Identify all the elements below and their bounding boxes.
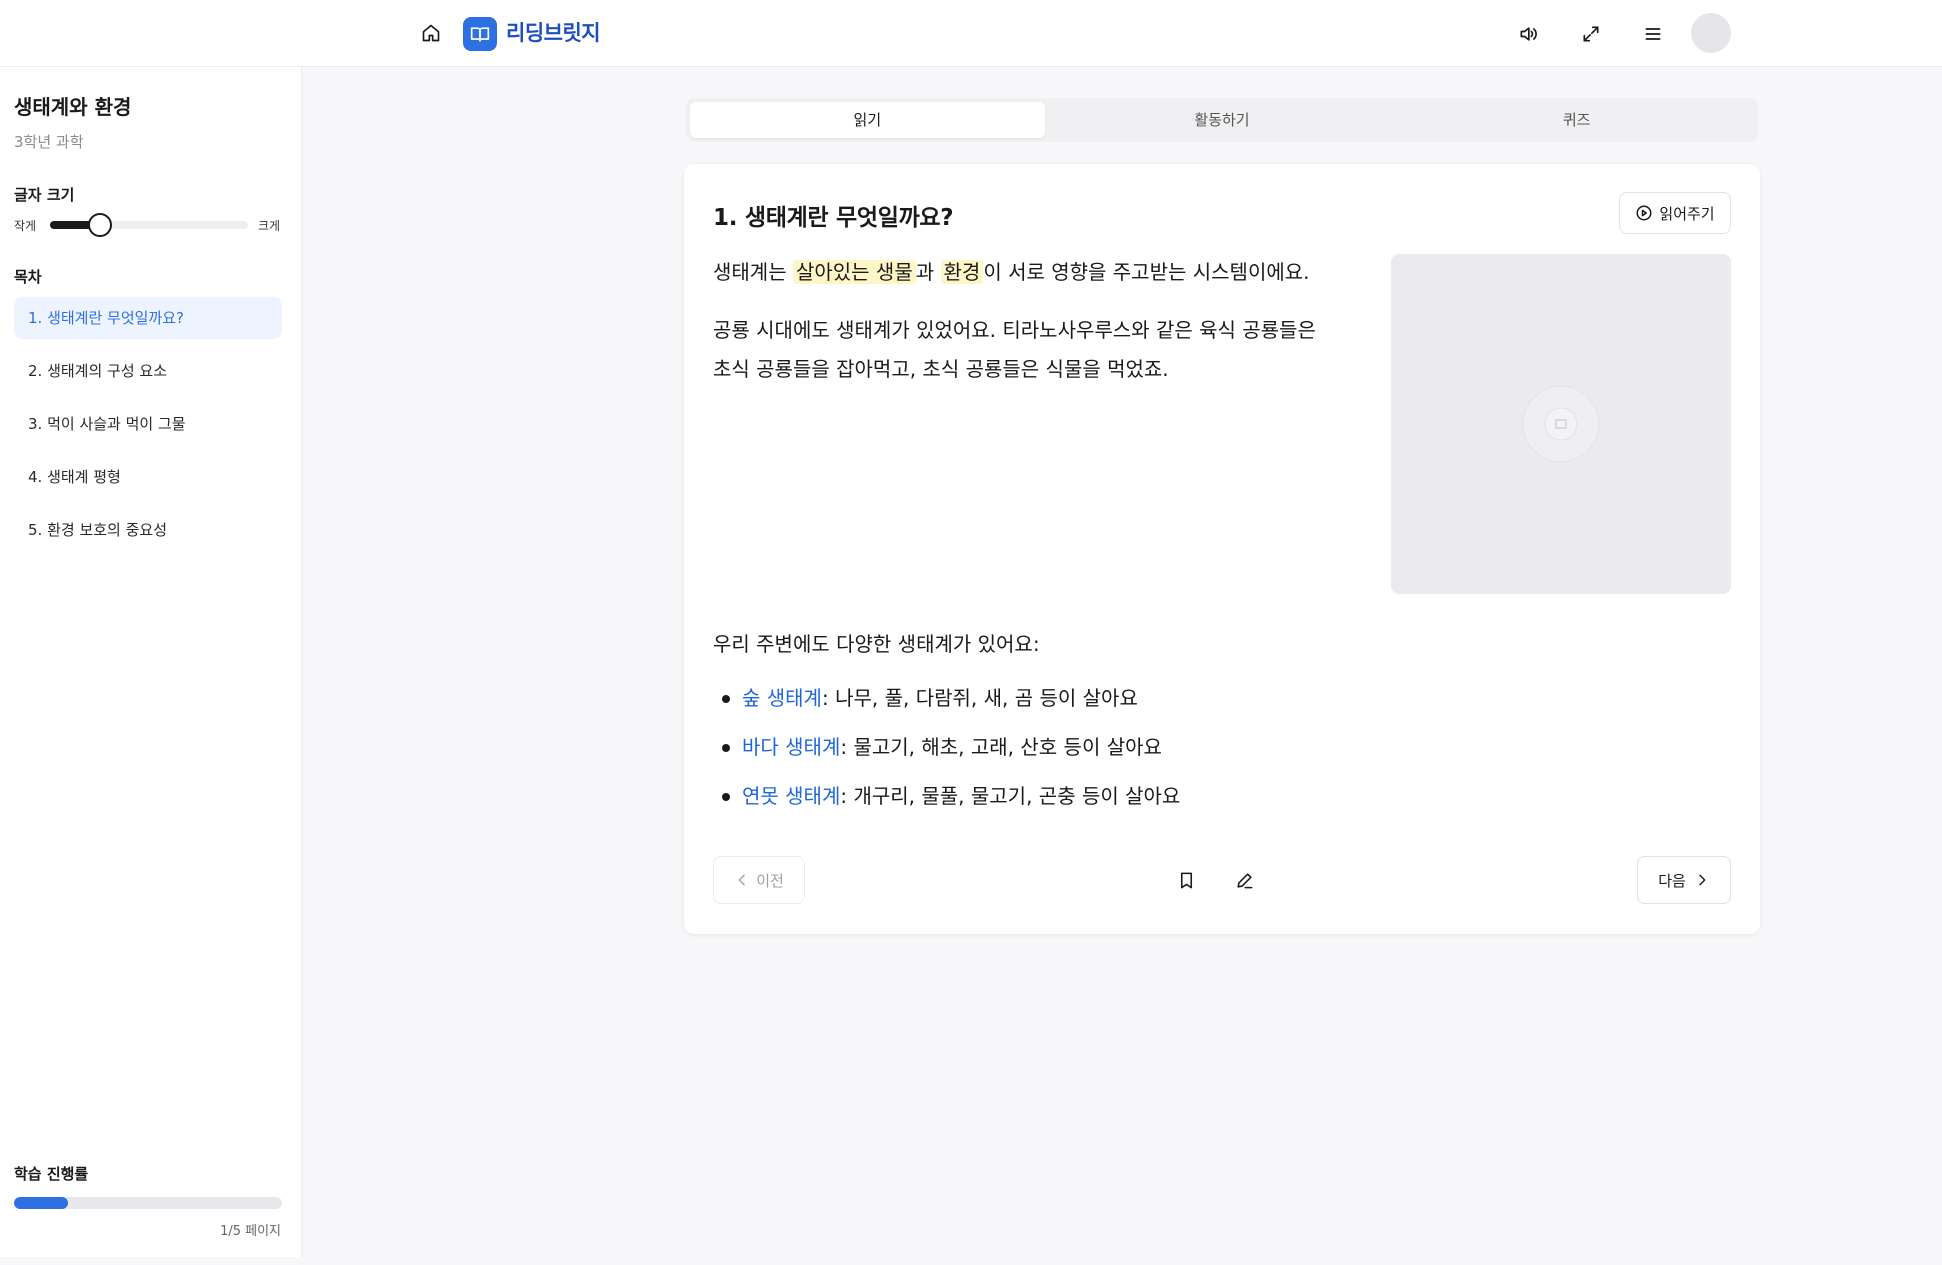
bullet-dot xyxy=(722,694,730,703)
toc-item-1[interactable]: 1. 생태계란 무엇일까요? xyxy=(14,297,282,339)
fullscreen-icon xyxy=(1583,26,1599,42)
tab-read[interactable]: 읽기 xyxy=(690,102,1045,138)
progress-label: 학습 진행률 xyxy=(14,1165,89,1183)
toc-item-4[interactable]: 4. 생태계 평형 xyxy=(14,456,282,498)
ecosystem-list: 숲 생태계: 나무, 풀, 다람쥐, 새, 곰 등이 살아요 바다 생태계: 물… xyxy=(713,674,1180,821)
paragraph-1-text: 생태계는 xyxy=(713,260,793,284)
toc-item-2[interactable]: 2. 생태계의 구성 요소 xyxy=(14,350,282,392)
paragraph-3: 우리 주변에도 다양한 생태계가 있어요: xyxy=(713,632,1040,656)
read-aloud-label: 읽어주기 xyxy=(1659,204,1715,223)
list-item: 바다 생태계: 물고기, 해초, 고래, 산호 등이 살아요 xyxy=(713,723,1180,772)
next-label: 다음 xyxy=(1658,871,1686,890)
term-sea[interactable]: 바다 생태계 xyxy=(742,723,840,772)
chevron-right-icon xyxy=(1699,874,1706,886)
read-aloud-button[interactable]: 읽어주기 xyxy=(1619,192,1731,234)
tab-quiz[interactable]: 퀴즈 xyxy=(1399,102,1754,138)
paragraph-1-text: 과 xyxy=(915,260,941,284)
fullscreen-button[interactable] xyxy=(1575,18,1607,50)
font-size-slider-track[interactable] xyxy=(50,221,248,229)
play-circle-icon xyxy=(1636,205,1652,221)
paragraph-2-line-2: 초식 공룡들을 잡아먹고, 초식 공룡들은 식물을 먹었죠. xyxy=(713,357,1169,381)
paragraph-2-line-1: 공룡 시대에도 생태계가 있었어요. 티라노사우루스와 같은 육식 공룡들은 xyxy=(713,318,1316,342)
next-button[interactable]: 다음 xyxy=(1637,856,1731,904)
home-button[interactable] xyxy=(416,18,446,48)
highlight-living-things[interactable]: 살아있는 생물 xyxy=(792,260,916,284)
term-forest[interactable]: 숲 생태계 xyxy=(742,674,822,723)
illustration-placeholder xyxy=(1391,254,1731,594)
list-item: 숲 생태계: 나무, 풀, 다람쥐, 새, 곰 등이 살아요 xyxy=(713,674,1180,723)
toc-label: 목차 xyxy=(14,268,42,286)
bookmark-button[interactable] xyxy=(1170,864,1202,896)
bookmark-icon xyxy=(1180,872,1192,888)
avatar[interactable] xyxy=(1691,13,1731,53)
section-title: 1. 생태계란 무엇일까요? xyxy=(713,205,954,231)
bullet-dot xyxy=(722,743,730,752)
paragraph-1-text: 이 서로 영향을 주고받는 시스템이에요. xyxy=(983,260,1310,284)
list-item-desc: : 물고기, 해초, 고래, 산호 등이 살아요 xyxy=(840,735,1162,759)
progress-bar-fill xyxy=(14,1197,68,1209)
menu-icon xyxy=(1645,28,1661,40)
book-icon xyxy=(463,17,497,51)
progress-text: 1/5 페이지 xyxy=(220,1224,281,1239)
font-size-large-label: 크게 xyxy=(258,219,281,233)
volume-button[interactable] xyxy=(1512,18,1544,50)
brand-name[interactable]: 리딩브릿지 xyxy=(506,19,601,47)
progress-bar xyxy=(14,1197,282,1209)
font-size-slider-thumb[interactable] xyxy=(87,213,112,237)
highlight-environment[interactable]: 환경 xyxy=(940,260,984,284)
paragraph-1: 생태계는 살아있는 생물 과 환경 이 서로 영향을 주고받는 시스템이에요. xyxy=(713,253,1310,292)
paragraph-2: 공룡 시대에도 생태계가 있었어요. 티라노사우루스와 같은 육식 공룡들은 초… xyxy=(713,311,1316,389)
toc-item-3[interactable]: 3. 먹이 사슬과 먹이 그물 xyxy=(14,403,282,445)
volume-icon xyxy=(1520,27,1537,41)
sidebar: 생태계와 환경 3학년 과학 글자 크기 작게 크게 목차 1. 생태계란 무엇… xyxy=(0,67,302,1257)
tab-activity[interactable]: 활동하기 xyxy=(1045,102,1400,138)
prev-label: 이전 xyxy=(756,871,784,890)
tab-bar: 읽기 활동하기 퀴즈 xyxy=(686,98,1758,142)
list-item: 연못 생태계: 개구리, 물풀, 물고기, 곤충 등이 살아요 xyxy=(713,772,1180,821)
menu-button[interactable] xyxy=(1637,18,1669,50)
top-header: 리딩브릿지 xyxy=(0,0,1942,67)
term-pond[interactable]: 연못 생태계 xyxy=(742,772,840,821)
chevron-left-icon xyxy=(738,874,745,886)
loading-image-icon xyxy=(1522,385,1600,463)
note-button[interactable] xyxy=(1228,864,1260,896)
pencil-icon xyxy=(1236,872,1252,888)
home-icon xyxy=(422,24,440,42)
prev-button[interactable]: 이전 xyxy=(713,856,805,904)
font-size-label: 글자 크기 xyxy=(14,186,75,204)
list-item-desc: : 나무, 풀, 다람쥐, 새, 곰 등이 살아요 xyxy=(821,686,1138,710)
bullet-dot xyxy=(722,792,730,801)
book-title: 생태계와 환경 xyxy=(14,95,132,119)
list-item-desc: : 개구리, 물풀, 물고기, 곤충 등이 살아요 xyxy=(840,784,1181,808)
toc-item-5[interactable]: 5. 환경 보호의 중요성 xyxy=(14,509,282,551)
font-size-small-label: 작게 xyxy=(14,219,37,233)
book-subtitle: 3학년 과학 xyxy=(14,133,84,151)
reading-card: 1. 생태계란 무엇일까요? 읽어주기 생태계는 살아있는 생물 과 환경 이 서로… xyxy=(684,164,1760,934)
